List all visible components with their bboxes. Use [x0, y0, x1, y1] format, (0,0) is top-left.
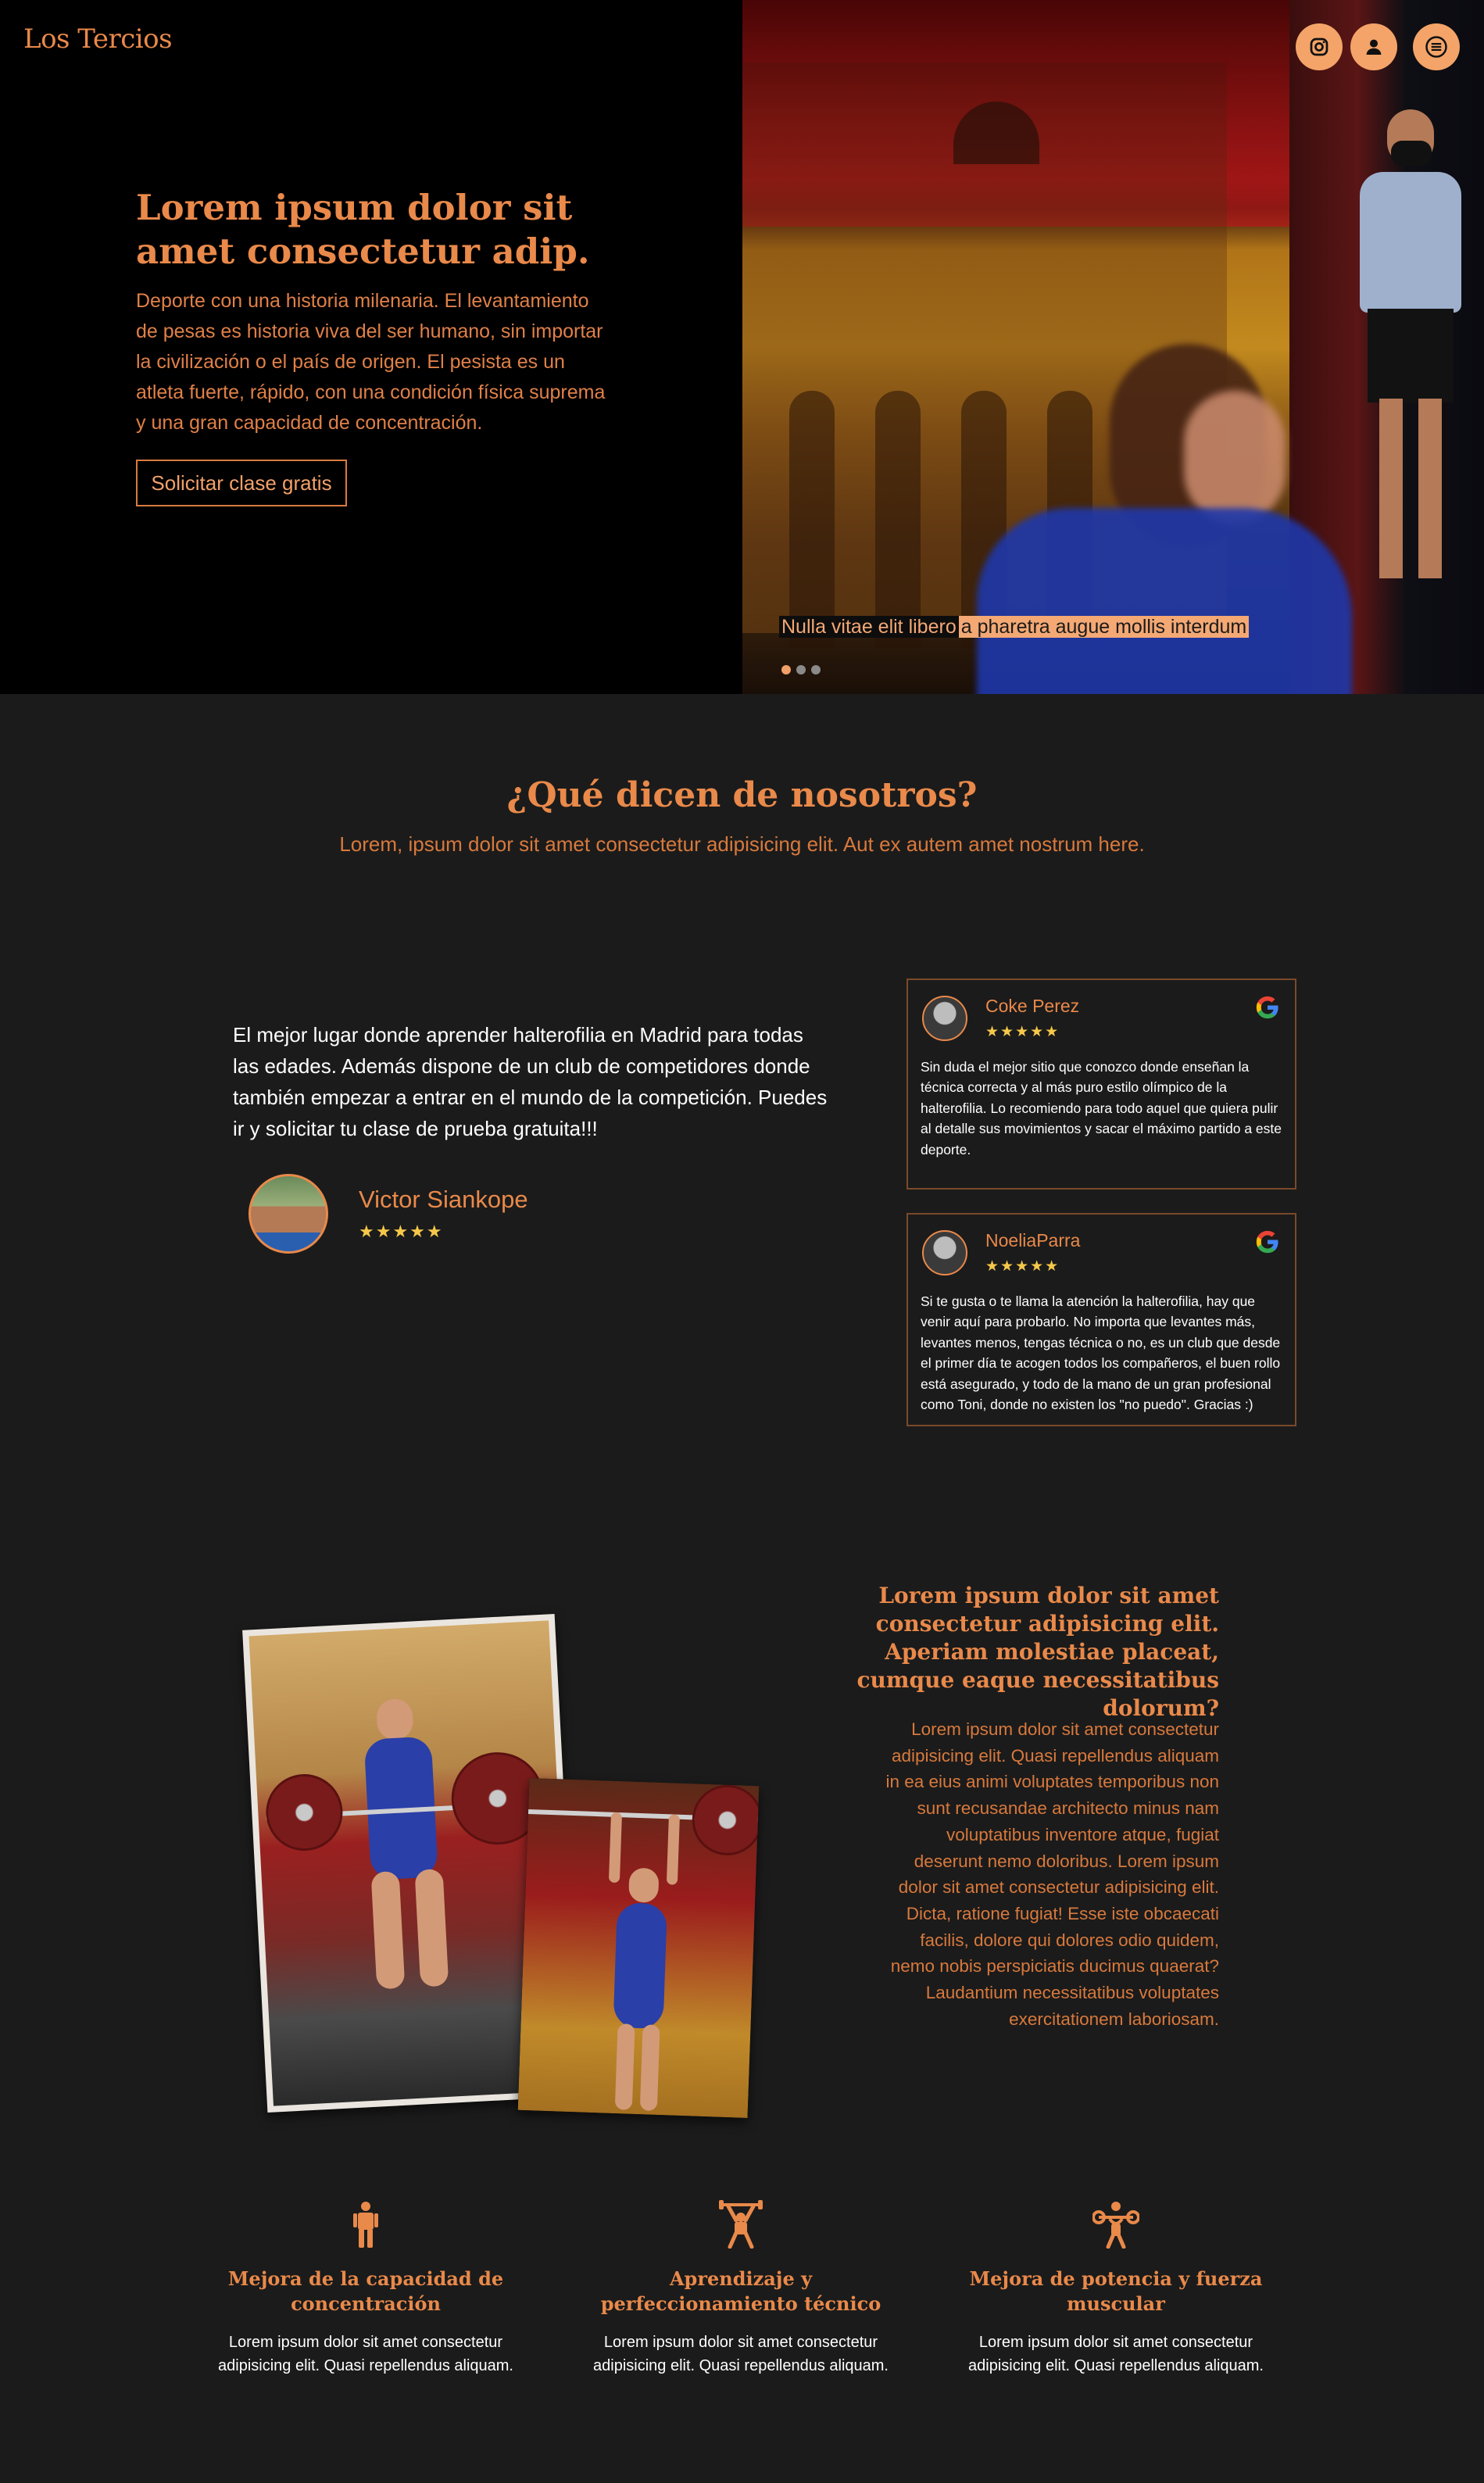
- hero-description: Deporte con una historia milenaria. El l…: [136, 290, 606, 434]
- benefit-text: Lorem ipsum dolor sit amet consectetur a…: [218, 2334, 513, 2374]
- instagram-button[interactable]: [1296, 23, 1343, 70]
- review-stars: ★★★★★: [985, 1024, 1060, 1040]
- feature-text: Lorem ipsum dolor sit amet consectetur a…: [885, 1719, 1219, 2029]
- google-icon: [1256, 996, 1278, 1019]
- feature-title: Lorem ipsum dolor sit amet consectetur a…: [856, 1583, 1219, 1721]
- featured-author-avatar: [249, 1174, 328, 1254]
- benefit-text: Lorem ipsum dolor sit amet consectetur a…: [593, 2334, 889, 2374]
- featured-rating-stars: ★★★★★: [359, 1222, 444, 1241]
- caption-highlighted: Nulla vitae elit libero: [779, 616, 959, 638]
- review-text: Sin duda el mejor sitio que conozco dond…: [921, 1059, 1282, 1157]
- benefit-card: Mejora de potencia y fuerza muscular Lor…: [952, 2200, 1280, 2377]
- coach-figure: [1360, 109, 1461, 610]
- weightlifter-icon: [719, 2200, 763, 2249]
- review-card: NoeliaParra ★★★★★ Si te gusta o te llama…: [906, 1213, 1296, 1426]
- benefit-title: Mejora de potencia y fuerza muscular: [969, 2267, 1263, 2315]
- review-card: Coke Perez ★★★★★ Sin duda el mejor sitio…: [906, 979, 1296, 1190]
- menu-icon: [1425, 36, 1447, 58]
- carousel-indicators: [781, 665, 821, 674]
- caption-text: a pharetra augue mollis interdum: [958, 616, 1250, 638]
- benefit-card: Aprendizaje y perfeccionamiento técnico …: [577, 2200, 905, 2377]
- instagram-icon: [1310, 38, 1328, 56]
- review-text: Si te gusta o te llama la atención la ha…: [921, 1293, 1281, 1413]
- brand-logo[interactable]: Los Tercios: [23, 23, 173, 55]
- google-icon: [1256, 1230, 1278, 1254]
- benefit-card: Mejora de la capacidad de concentración …: [202, 2200, 530, 2377]
- testimonials-subtitle: Lorem, ipsum dolor sit amet consectetur …: [339, 832, 1145, 856]
- featured-author-name: Victor Siankope: [359, 1186, 528, 1213]
- testimonials-title: ¿Qué dicen de nosotros?: [506, 775, 978, 815]
- account-button[interactable]: [1350, 23, 1397, 70]
- benefit-text: Lorem ipsum dolor sit amet consectetur a…: [968, 2334, 1264, 2374]
- benefit-title: Mejora de la capacidad de concentración: [227, 2267, 504, 2315]
- hero-carousel-image: [742, 0, 1484, 694]
- benefit-title: Aprendizaje y perfeccionamiento técnico: [600, 2267, 881, 2315]
- reviewer-name: Coke Perez: [985, 996, 1080, 1016]
- reviewer-avatar: [922, 1230, 967, 1275]
- free-class-button[interactable]: Solicitar clase gratis: [136, 460, 347, 506]
- carousel-dot-1[interactable]: [781, 665, 791, 674]
- carousel-caption: Nulla vitae elit libero a pharetra augue …: [779, 614, 1250, 639]
- reviewer-name: NoeliaParra: [985, 1230, 1081, 1250]
- carousel-dot-2[interactable]: [796, 665, 806, 674]
- reviewer-avatar: [922, 996, 967, 1041]
- hero-title: Lorem ipsum dolor sit amet consectetur a…: [136, 187, 590, 272]
- featured-quote: El mejor lugar donde aprender halterofil…: [233, 1023, 828, 1140]
- person-standing-icon: [353, 2202, 378, 2248]
- menu-button[interactable]: [1413, 23, 1460, 70]
- user-icon: [1366, 39, 1382, 55]
- power-lift-icon: [1092, 2202, 1140, 2249]
- review-stars: ★★★★★: [985, 1258, 1060, 1275]
- carousel-dot-3[interactable]: [811, 665, 821, 674]
- athlete-photo-2: [517, 1777, 760, 2119]
- hero-section: Los Tercios Lorem ipsum dolor sit amet c…: [0, 0, 1484, 694]
